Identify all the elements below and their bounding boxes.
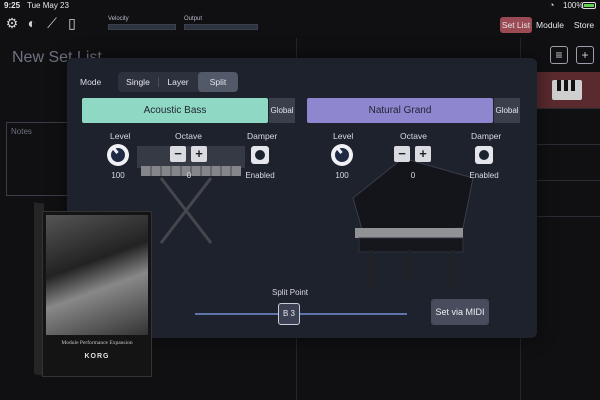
store-button[interactable]: Store: [570, 17, 598, 33]
set-via-midi-button[interactable]: Set via MIDI: [431, 299, 489, 325]
gear-icon[interactable]: ⚙: [4, 15, 20, 31]
part-2-octave-plus-button[interactable]: +: [415, 146, 431, 162]
output-label: Output: [184, 16, 203, 22]
battery-icon: [582, 2, 596, 9]
part-1-octave-value: 0: [186, 171, 192, 180]
part-1-damper-toggle[interactable]: [251, 146, 269, 164]
split-point-slider-track[interactable]: [195, 313, 407, 315]
output-meter: [184, 24, 258, 30]
part-1-name: Acoustic Bass: [143, 105, 207, 116]
mode-layer[interactable]: Layer: [158, 72, 198, 92]
velocity-label: Velocity: [108, 16, 129, 22]
part-2-damper-value: Enabled: [469, 171, 499, 180]
part-1-damper-label: Damper: [247, 131, 278, 141]
box-photo: [46, 215, 148, 335]
part-2-damper-toggle[interactable]: [475, 146, 493, 164]
part-1-level-value: 100: [111, 171, 125, 180]
split-point-label: Split Point: [272, 288, 309, 297]
part-2-name-bar[interactable]: Natural Grand: [307, 98, 493, 123]
add-icon[interactable]: +: [576, 46, 594, 64]
korg-logo: KORG: [84, 353, 110, 360]
part-2-octave-label: Octave: [400, 131, 427, 141]
part-2-name: Natural Grand: [368, 105, 432, 116]
grand-piano-image: [352, 157, 474, 290]
part-2-level-label: Level: [333, 131, 354, 141]
part-1-name-bar[interactable]: Acoustic Bass: [82, 98, 268, 123]
velocity-meter: [108, 24, 176, 30]
part-2-octave-minus-button[interactable]: −: [394, 146, 410, 162]
part-1-octave-minus-button[interactable]: −: [170, 146, 186, 162]
battery-percent: 100%: [563, 1, 584, 10]
document-icon[interactable]: ▯: [64, 15, 80, 31]
mode-single[interactable]: Single: [118, 72, 158, 92]
part-1-damper-value: Enabled: [245, 171, 275, 180]
product-box-image: Module Performance Expansion KORG: [34, 202, 154, 378]
part-1-level-knob[interactable]: [107, 144, 129, 166]
part-1-global-button[interactable]: Global: [269, 98, 295, 123]
top-toolbar: ⚙ ◐ ⟋ ▯ Velocity Output Set List Module …: [0, 12, 600, 38]
curve-icon[interactable]: ⟋: [44, 15, 60, 31]
part-1-octave-label: Octave: [175, 131, 202, 141]
wifi-icon: ◔: [549, 0, 555, 10]
mode-split[interactable]: Split: [198, 72, 238, 92]
notes-label: Notes: [11, 127, 32, 136]
part-2-global-button[interactable]: Global: [494, 98, 520, 123]
part-2-damper-label: Damper: [471, 131, 502, 141]
part-2-octave-value: 0: [410, 171, 416, 180]
product-caption: Module Performance Expansion: [61, 340, 133, 346]
mode-label: Mode: [80, 77, 102, 87]
set-list-button[interactable]: Set List: [500, 17, 532, 33]
status-date: Tue May 23: [27, 1, 69, 10]
part-1-octave-plus-button[interactable]: +: [191, 146, 207, 162]
part-2-level-value: 100: [335, 171, 349, 180]
tuning-icon[interactable]: ◐: [24, 15, 40, 31]
status-time: 9:25: [4, 1, 21, 10]
status-bar: 9:25 Tue May 23 ◔ 100%: [0, 0, 600, 12]
part-1-level-label: Level: [110, 131, 131, 141]
part-2-level-knob[interactable]: [331, 144, 353, 166]
mode-segmented-control: Single Layer Split: [118, 72, 238, 92]
module-button[interactable]: Module: [534, 17, 566, 33]
split-point-slider-thumb[interactable]: B 3: [278, 303, 300, 325]
piano-icon: [552, 80, 582, 100]
list-icon[interactable]: ≡: [550, 46, 568, 64]
